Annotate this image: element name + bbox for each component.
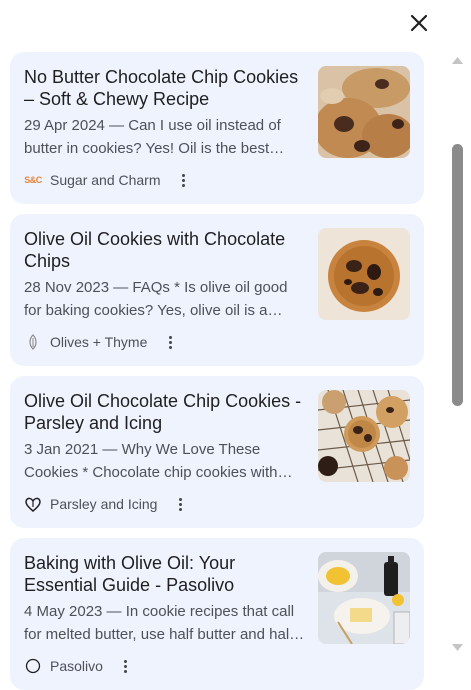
sugar-and-charm-logo-icon: S&C xyxy=(24,171,42,189)
result-card[interactable]: Olive Oil Chocolate Chip Cookies - Parsl… xyxy=(10,376,424,528)
heart-leaf-logo-icon xyxy=(24,495,42,513)
logo-text: S&C xyxy=(24,175,42,185)
result-card[interactable]: Baking with Olive Oil: Your Essential Gu… xyxy=(10,538,424,690)
source-name: Sugar and Charm xyxy=(50,172,161,188)
result-source[interactable]: S&C Sugar and Charm xyxy=(24,170,193,190)
result-snippet: 28 Nov 2023 — FAQs * Is olive oil good f… xyxy=(24,279,288,319)
result-title[interactable]: Olive Oil Chocolate Chip Cookies - Parsl… xyxy=(24,390,306,434)
result-source[interactable]: Parsley and Icing xyxy=(24,494,189,514)
result-card[interactable]: Olive Oil Cookies with Chocolate Chips 2… xyxy=(10,214,424,366)
result-thumbnail[interactable] xyxy=(318,390,410,482)
result-source[interactable]: Pasolivo xyxy=(24,656,135,676)
source-name: Olives + Thyme xyxy=(50,334,148,350)
result-title[interactable]: No Butter Chocolate Chip Cookies – Soft … xyxy=(24,66,306,110)
result-title[interactable]: Baking with Olive Oil: Your Essential Gu… xyxy=(24,552,306,596)
result-thumbnail[interactable] xyxy=(318,552,410,644)
baking-table-image-icon xyxy=(318,552,410,644)
result-source[interactable]: Olives + Thyme xyxy=(24,332,179,352)
result-title[interactable]: Olive Oil Cookies with Chocolate Chips xyxy=(24,228,306,272)
olives-thyme-logo-icon xyxy=(24,333,42,351)
result-card[interactable]: No Butter Chocolate Chip Cookies – Soft … xyxy=(10,52,424,204)
more-options-button[interactable] xyxy=(117,656,135,676)
scroll-down-arrow-icon[interactable] xyxy=(451,642,464,654)
close-button[interactable] xyxy=(404,8,434,38)
result-snippet: 29 Apr 2024 — Can I use oil instead of b… xyxy=(24,117,281,157)
source-name: Pasolivo xyxy=(50,658,103,674)
cookie-image-icon xyxy=(318,228,410,320)
scroll-up-arrow-icon[interactable] xyxy=(451,54,464,66)
close-icon xyxy=(410,14,428,32)
cookies-rack-image-icon xyxy=(318,390,410,482)
result-thumbnail[interactable] xyxy=(318,66,410,158)
scrollbar[interactable] xyxy=(450,52,465,660)
result-thumbnail[interactable] xyxy=(318,228,410,320)
result-snippet: 4 May 2023 — In cookie recipes that call… xyxy=(24,603,295,643)
more-options-button[interactable] xyxy=(171,494,189,514)
more-options-button[interactable] xyxy=(175,170,193,190)
scrollbar-thumb[interactable] xyxy=(452,144,463,406)
more-options-button[interactable] xyxy=(161,332,179,352)
cookies-image-icon xyxy=(318,66,410,158)
result-snippet: 3 Jan 2021 — Why We Love These Cookies *… xyxy=(24,441,278,481)
pasolivo-logo-icon xyxy=(24,657,42,675)
source-name: Parsley and Icing xyxy=(50,496,158,512)
